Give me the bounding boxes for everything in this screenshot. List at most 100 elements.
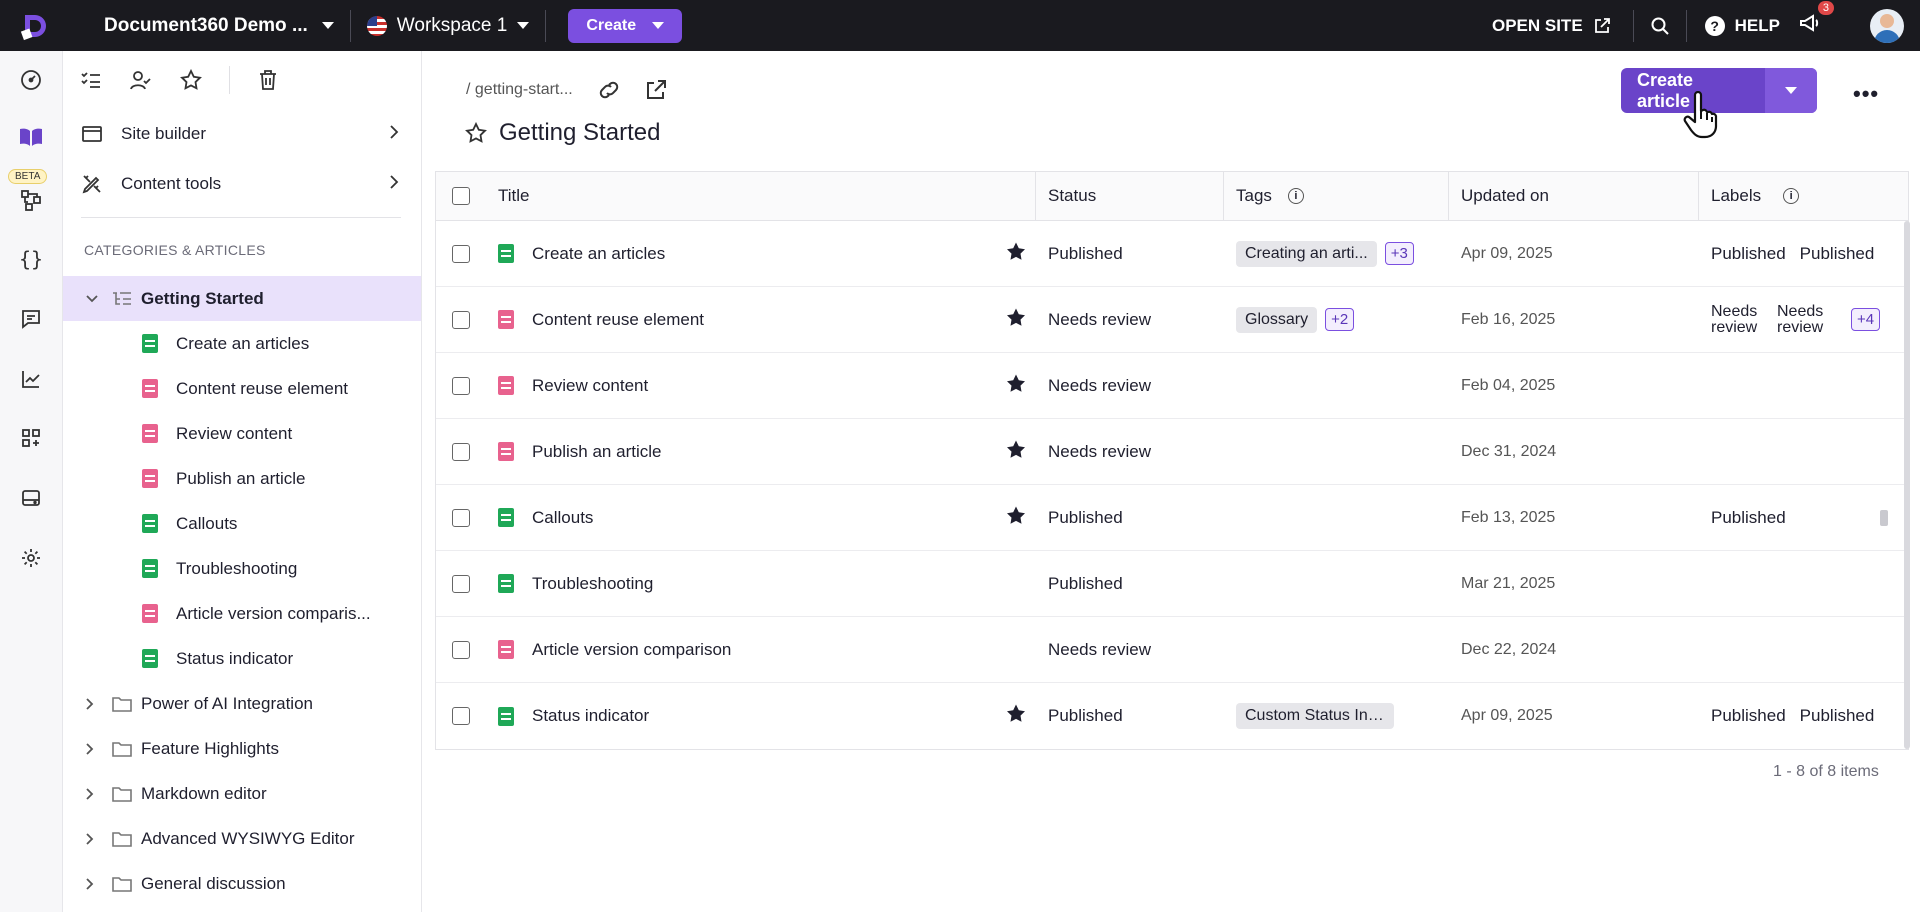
table-row[interactable]: Content reuse element Needs review Glossar… <box>436 287 1908 353</box>
workspace-selector[interactable]: Workspace 1 <box>366 15 530 37</box>
tag-chip[interactable]: Glossary <box>1236 306 1318 333</box>
settings-gear-icon[interactable] <box>18 545 44 571</box>
article-title[interactable]: Content reuse element <box>532 310 704 330</box>
sidebar-article-item[interactable]: Troubleshooting <box>63 546 421 591</box>
help-button[interactable]: ? HELP <box>1704 15 1780 36</box>
document360-logo[interactable] <box>18 9 52 43</box>
more-options-icon[interactable]: ••• <box>1853 81 1879 107</box>
row-title-cell[interactable]: Publish an article <box>486 419 1036 484</box>
sidebar-article-item[interactable]: Callouts <box>63 501 421 546</box>
table-row[interactable]: Status indicator Published Custom Status I… <box>436 683 1908 749</box>
announcements-button[interactable]: 3 <box>1798 1 1834 40</box>
create-button[interactable]: Create <box>568 8 683 43</box>
star-filled-icon[interactable] <box>1005 372 1027 399</box>
open-site-link[interactable]: OPEN SITE <box>1492 16 1611 36</box>
dashboard-icon[interactable] <box>18 67 44 93</box>
search-icon[interactable] <box>1648 14 1672 38</box>
column-tags[interactable]: Tags i <box>1224 172 1449 220</box>
article-title[interactable]: Status indicator <box>532 706 649 726</box>
table-row[interactable]: Publish an article Needs review Dec 31, 20… <box>436 419 1908 485</box>
row-checkbox[interactable] <box>452 707 470 725</box>
workflow-icon[interactable] <box>18 187 44 213</box>
row-checkbox[interactable] <box>452 376 470 395</box>
table-row[interactable]: Article version comparison Needs review De… <box>436 617 1908 683</box>
column-title[interactable]: Title <box>486 172 1036 220</box>
row-checkbox[interactable] <box>452 640 470 659</box>
row-checkbox[interactable] <box>452 574 470 593</box>
feedback-icon[interactable] <box>18 306 44 332</box>
sidebar-category-item[interactable]: General discussion <box>63 861 421 906</box>
table-row[interactable]: Review content Needs review Feb 04, 2025 <box>436 353 1908 419</box>
article-title[interactable]: Troubleshooting <box>532 574 653 594</box>
star-outline-icon[interactable] <box>465 122 487 144</box>
chevron-right-icon[interactable] <box>85 787 101 801</box>
apps-icon[interactable] <box>18 425 44 451</box>
row-checkbox[interactable] <box>452 244 470 263</box>
star-filled-icon[interactable] <box>1005 240 1027 267</box>
star-filled-icon[interactable] <box>1005 703 1027 730</box>
sidebar-category-item[interactable]: Advanced WYSIWYG Editor <box>63 816 421 861</box>
documentation-icon[interactable] <box>18 124 44 150</box>
chevron-right-icon[interactable] <box>85 877 101 891</box>
info-icon[interactable]: i <box>1783 188 1800 204</box>
link-icon[interactable] <box>597 80 621 100</box>
table-row[interactable]: Create an articles Published Creating an a… <box>436 221 1908 287</box>
chevron-right-icon[interactable] <box>85 742 101 756</box>
article-title[interactable]: Article version comparison <box>532 640 731 660</box>
breadcrumb-slug[interactable]: / getting-start... <box>466 81 573 99</box>
table-scrollbar[interactable] <box>1904 221 1910 749</box>
select-all-checkbox[interactable] <box>452 187 470 205</box>
column-status[interactable]: Status <box>1036 172 1224 220</box>
assigned-user-icon[interactable] <box>129 68 153 92</box>
chevron-right-icon[interactable] <box>85 832 101 846</box>
article-title[interactable]: Publish an article <box>532 442 661 462</box>
tag-chip[interactable]: Custom Status Indica... <box>1236 703 1394 729</box>
create-article-dropdown[interactable] <box>1765 68 1817 113</box>
category-getting-started[interactable]: Getting Started <box>63 276 421 321</box>
sidebar-category-item[interactable]: Feature Highlights <box>63 726 421 771</box>
article-title[interactable]: Create an articles <box>532 244 665 264</box>
trash-icon[interactable] <box>256 68 280 92</box>
sidebar-article-item[interactable]: Content reuse element <box>63 366 421 411</box>
row-checkbox[interactable] <box>452 442 470 461</box>
sidebar-article-item[interactable]: Review content <box>63 411 421 456</box>
chevron-right-icon[interactable] <box>85 697 101 711</box>
content-tools-menu-item[interactable]: Content tools <box>63 159 421 209</box>
row-checkbox[interactable] <box>452 310 470 329</box>
article-title[interactable]: Review content <box>532 376 648 396</box>
api-braces-icon[interactable]: {} <box>18 246 44 272</box>
row-title-cell[interactable]: Status indicator <box>486 683 1036 749</box>
column-updated[interactable]: Updated on <box>1449 172 1699 220</box>
sidebar-article-item[interactable]: Article version comparis... <box>63 591 421 636</box>
more-tags-chip[interactable]: +3 <box>1384 242 1414 265</box>
user-avatar[interactable] <box>1870 8 1904 43</box>
sidebar-article-item[interactable]: Status indicator <box>63 636 421 681</box>
analytics-icon[interactable] <box>18 366 44 392</box>
site-builder-menu-item[interactable]: Site builder <box>63 109 421 159</box>
tag-chip[interactable]: Creating an arti... <box>1236 240 1377 267</box>
external-link-icon[interactable] <box>645 79 667 101</box>
sidebar-category-item[interactable]: Markdown editor <box>63 771 421 816</box>
sidebar-article-item[interactable]: Create an articles <box>63 321 421 366</box>
more-tags-chip[interactable]: +2 <box>1325 308 1355 331</box>
checklist-icon[interactable] <box>79 68 103 92</box>
more-labels-chip[interactable]: +4 <box>1851 308 1881 331</box>
row-title-cell[interactable]: Create an articles <box>486 221 1036 286</box>
column-labels[interactable]: Labels i <box>1699 172 1908 220</box>
sidebar-category-item[interactable]: Power of AI Integration <box>63 681 421 726</box>
star-filled-icon[interactable] <box>1005 306 1027 333</box>
table-row[interactable]: Callouts Published Feb 13, 2025 Published <box>436 485 1908 551</box>
article-title[interactable]: Callouts <box>532 508 593 528</box>
row-title-cell[interactable]: Content reuse element <box>486 287 1036 352</box>
star-filled-icon[interactable] <box>1005 438 1027 465</box>
row-title-cell[interactable]: Callouts <box>486 485 1036 550</box>
sidebar-article-item[interactable]: Publish an article <box>63 456 421 501</box>
row-title-cell[interactable]: Article version comparison <box>486 617 1036 682</box>
row-title-cell[interactable]: Review content <box>486 353 1036 418</box>
star-outline-icon[interactable] <box>179 68 203 92</box>
chevron-down-icon[interactable] <box>85 294 101 304</box>
table-row[interactable]: Troubleshooting Published Mar 21, 2025 <box>436 551 1908 617</box>
row-checkbox[interactable] <box>452 508 470 527</box>
star-filled-icon[interactable] <box>1005 504 1027 531</box>
project-selector[interactable]: Document360 Demo ... <box>104 15 334 37</box>
